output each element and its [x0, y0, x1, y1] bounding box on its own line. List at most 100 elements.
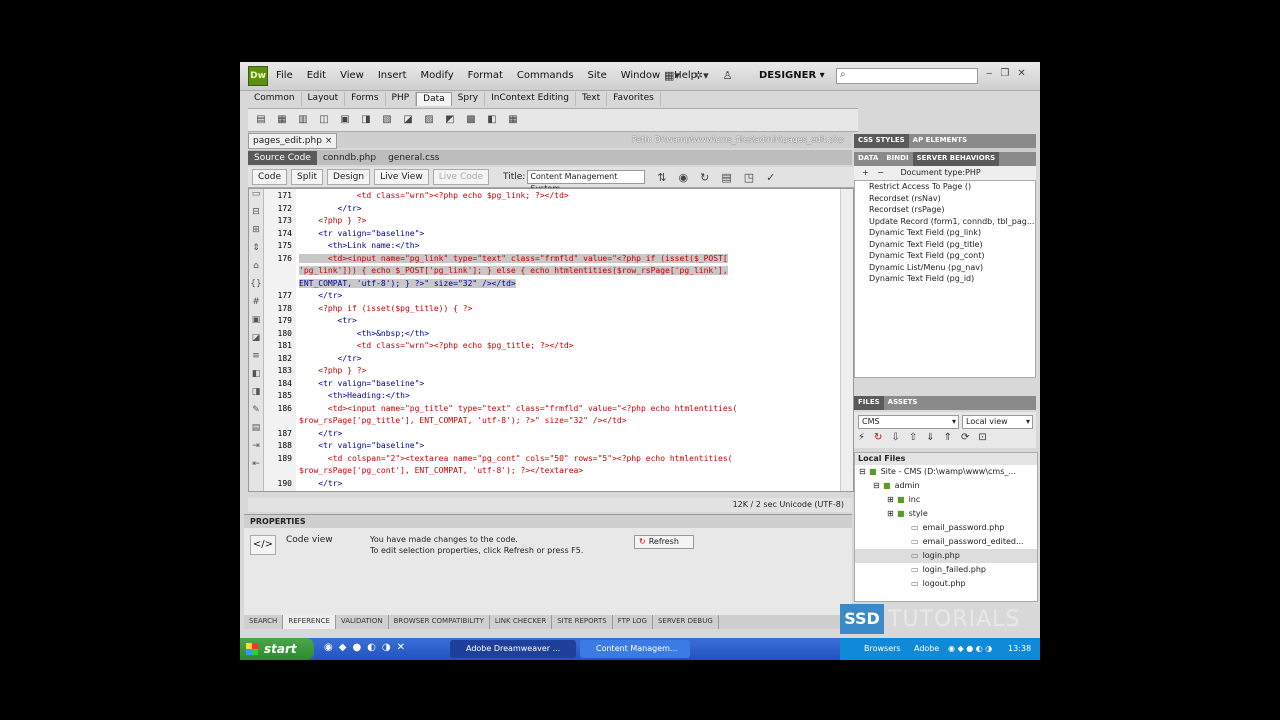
split-view-button[interactable]: Split: [291, 169, 324, 185]
display-icon[interactable]: ▧: [380, 113, 394, 127]
quicklaunch-icon[interactable]: ✕: [397, 642, 405, 653]
behavior-item[interactable]: Update Record (form1, conndb, tbl_pag...: [855, 216, 1035, 228]
synchronize-icon[interactable]: ⟳: [961, 432, 969, 443]
tree-item[interactable]: ▭ email_password.php: [855, 521, 1037, 535]
syntax-coloring-icon[interactable]: ◪: [249, 333, 263, 351]
expand-icon[interactable]: ⊞: [887, 507, 897, 521]
taskbar-item-dreamweaver[interactable]: Adobe Dreamweaver ...: [450, 640, 576, 658]
quicklaunch-icon[interactable]: ◉: [324, 642, 333, 653]
design-view-button[interactable]: Design: [327, 169, 371, 185]
vertical-scrollbar[interactable]: [840, 189, 853, 491]
balance-braces-icon[interactable]: {}: [249, 279, 263, 297]
file-management-icon[interactable]: ⇅: [657, 171, 666, 184]
document-tab[interactable]: pages_edit.php ×: [248, 133, 338, 149]
collapse-icon[interactable]: ⊟: [859, 465, 869, 479]
help-search-input[interactable]: ⌕: [836, 68, 978, 84]
menu-site[interactable]: Site: [588, 70, 607, 81]
tab-ap-elements[interactable]: AP ELEMENTS: [909, 134, 971, 148]
tree-item[interactable]: ⊞ ■ style: [855, 507, 1037, 521]
tab-link-checker[interactable]: LINK CHECKER: [490, 615, 553, 629]
behavior-item[interactable]: Recordset (rsNav): [855, 193, 1035, 205]
put-files-icon[interactable]: ⇧: [909, 432, 917, 443]
add-behavior-icon[interactable]: +: [854, 168, 875, 177]
outdent-icon[interactable]: ⇤: [249, 459, 263, 477]
behavior-item[interactable]: Dynamic Text Field (pg_id): [855, 273, 1035, 285]
person-icon[interactable]: ♙: [723, 69, 733, 82]
related-source-code[interactable]: Source Code: [248, 150, 317, 165]
behavior-item[interactable]: Dynamic List/Menu (pg_nav): [855, 262, 1035, 274]
visual-aids-icon[interactable]: ◳: [744, 171, 754, 184]
highlight-invalid-icon[interactable]: ▣: [249, 315, 263, 333]
tree-item[interactable]: ▭ login.php: [855, 549, 1037, 563]
behavior-item[interactable]: Restrict Access To Page (): [855, 181, 1035, 193]
expand-all-icon[interactable]: ⇕: [249, 243, 263, 261]
command-icon[interactable]: ◫: [317, 113, 331, 127]
preview-icon[interactable]: ◉: [679, 171, 689, 184]
view-select[interactable]: Local view ▾: [962, 415, 1033, 429]
quicklaunch-icon[interactable]: ◑: [382, 642, 391, 653]
check-page-icon[interactable]: ✓: [766, 171, 775, 184]
restore-icon[interactable]: ❐: [1000, 68, 1009, 79]
refresh-button[interactable]: ↻ Refresh: [634, 535, 694, 549]
line-numbers-icon[interactable]: #: [249, 297, 263, 315]
snippets-icon[interactable]: ▤: [249, 423, 263, 441]
tab-reference[interactable]: REFERENCE: [283, 615, 336, 629]
insert-tab-forms[interactable]: Forms: [345, 92, 386, 106]
tab-css-styles[interactable]: CSS STYLES: [854, 134, 909, 148]
tab-site-reports[interactable]: SITE REPORTS: [552, 615, 613, 629]
related-conndb[interactable]: conndb.php: [317, 153, 382, 163]
tab-browser-compatibility[interactable]: BROWSER COMPATIBILITY: [389, 615, 490, 629]
workspace-switcher[interactable]: DESIGNER ▾: [759, 70, 825, 81]
site-select[interactable]: CMS ▾: [858, 415, 959, 429]
live-view-button[interactable]: Live View: [374, 169, 429, 185]
refresh-files-icon[interactable]: ↻: [874, 432, 882, 443]
delete-icon[interactable]: ▩: [464, 113, 478, 127]
live-code-button[interactable]: Live Code: [432, 169, 489, 185]
collapse-tag-icon[interactable]: ⊟: [249, 207, 263, 225]
connect-icon[interactable]: ⚡: [858, 432, 865, 443]
wrap-tag-icon[interactable]: ✎: [249, 405, 263, 423]
insert-tab-favorites[interactable]: Favorites: [607, 92, 661, 106]
expand-panel-icon[interactable]: ⊡: [978, 432, 986, 443]
insert-tab-incontext[interactable]: InContext Editing: [485, 92, 576, 106]
taskbar-item-browser[interactable]: Content Managem...: [580, 640, 690, 658]
tray-browsers[interactable]: Browsers: [864, 638, 901, 660]
xslt-icon[interactable]: ▦: [506, 113, 520, 127]
code-view-button[interactable]: Code: [252, 169, 288, 185]
tab-validation[interactable]: VALIDATION: [336, 615, 389, 629]
get-files-icon[interactable]: ⇩: [891, 432, 899, 443]
behavior-item[interactable]: Dynamic Text Field (pg_cont): [855, 250, 1035, 262]
user-auth-icon[interactable]: ◧: [485, 113, 499, 127]
tray-adobe[interactable]: Adobe: [914, 638, 939, 660]
layout-icon[interactable]: ▦▾: [664, 69, 680, 82]
menu-commands[interactable]: Commands: [517, 70, 574, 81]
tab-data[interactable]: DATA: [854, 152, 882, 166]
update-icon[interactable]: ◩: [443, 113, 457, 127]
refresh-icon[interactable]: ↻: [700, 171, 709, 184]
code-editor[interactable]: ▭ ⊟ ⊞ ⇕ ⌂ {} # ▣ ◪ ≡ ◧ ◨ ✎ ▤ ⇥ ⇤ 171 <td…: [248, 188, 854, 492]
behavior-item[interactable]: Dynamic Text Field (pg_title): [855, 239, 1035, 251]
menu-insert[interactable]: Insert: [378, 70, 407, 81]
collapse-selection-icon[interactable]: ⊞: [249, 225, 263, 243]
minimize-icon[interactable]: ‒: [986, 68, 992, 79]
menu-file[interactable]: File: [276, 70, 293, 81]
behavior-item[interactable]: Recordset (rsPage): [855, 204, 1035, 216]
page-title-input[interactable]: Content Management System: [527, 170, 646, 193]
import-icon[interactable]: ▤: [254, 113, 268, 127]
tab-assets[interactable]: ASSETS: [884, 396, 922, 410]
insert-tab-layout[interactable]: Layout: [302, 92, 346, 106]
auto-indent-icon[interactable]: ≡: [249, 351, 263, 369]
menu-format[interactable]: Format: [468, 70, 503, 81]
insert-tab-common[interactable]: Common: [248, 92, 302, 106]
close-tab-icon[interactable]: ×: [325, 136, 333, 146]
tree-item[interactable]: ▭ email_password_edited...: [855, 535, 1037, 549]
quicklaunch-icon[interactable]: ●: [352, 642, 361, 653]
expand-icon[interactable]: ⊞: [887, 493, 897, 507]
start-button[interactable]: start: [240, 638, 314, 660]
remove-behavior-icon[interactable]: −: [877, 168, 898, 177]
remove-comment-icon[interactable]: ◨: [249, 387, 263, 405]
indent-icon[interactable]: ⇥: [249, 441, 263, 459]
master-detail-icon[interactable]: ◪: [401, 113, 415, 127]
insert-record-icon[interactable]: ▨: [422, 113, 436, 127]
related-general-css[interactable]: general.css: [382, 153, 445, 163]
